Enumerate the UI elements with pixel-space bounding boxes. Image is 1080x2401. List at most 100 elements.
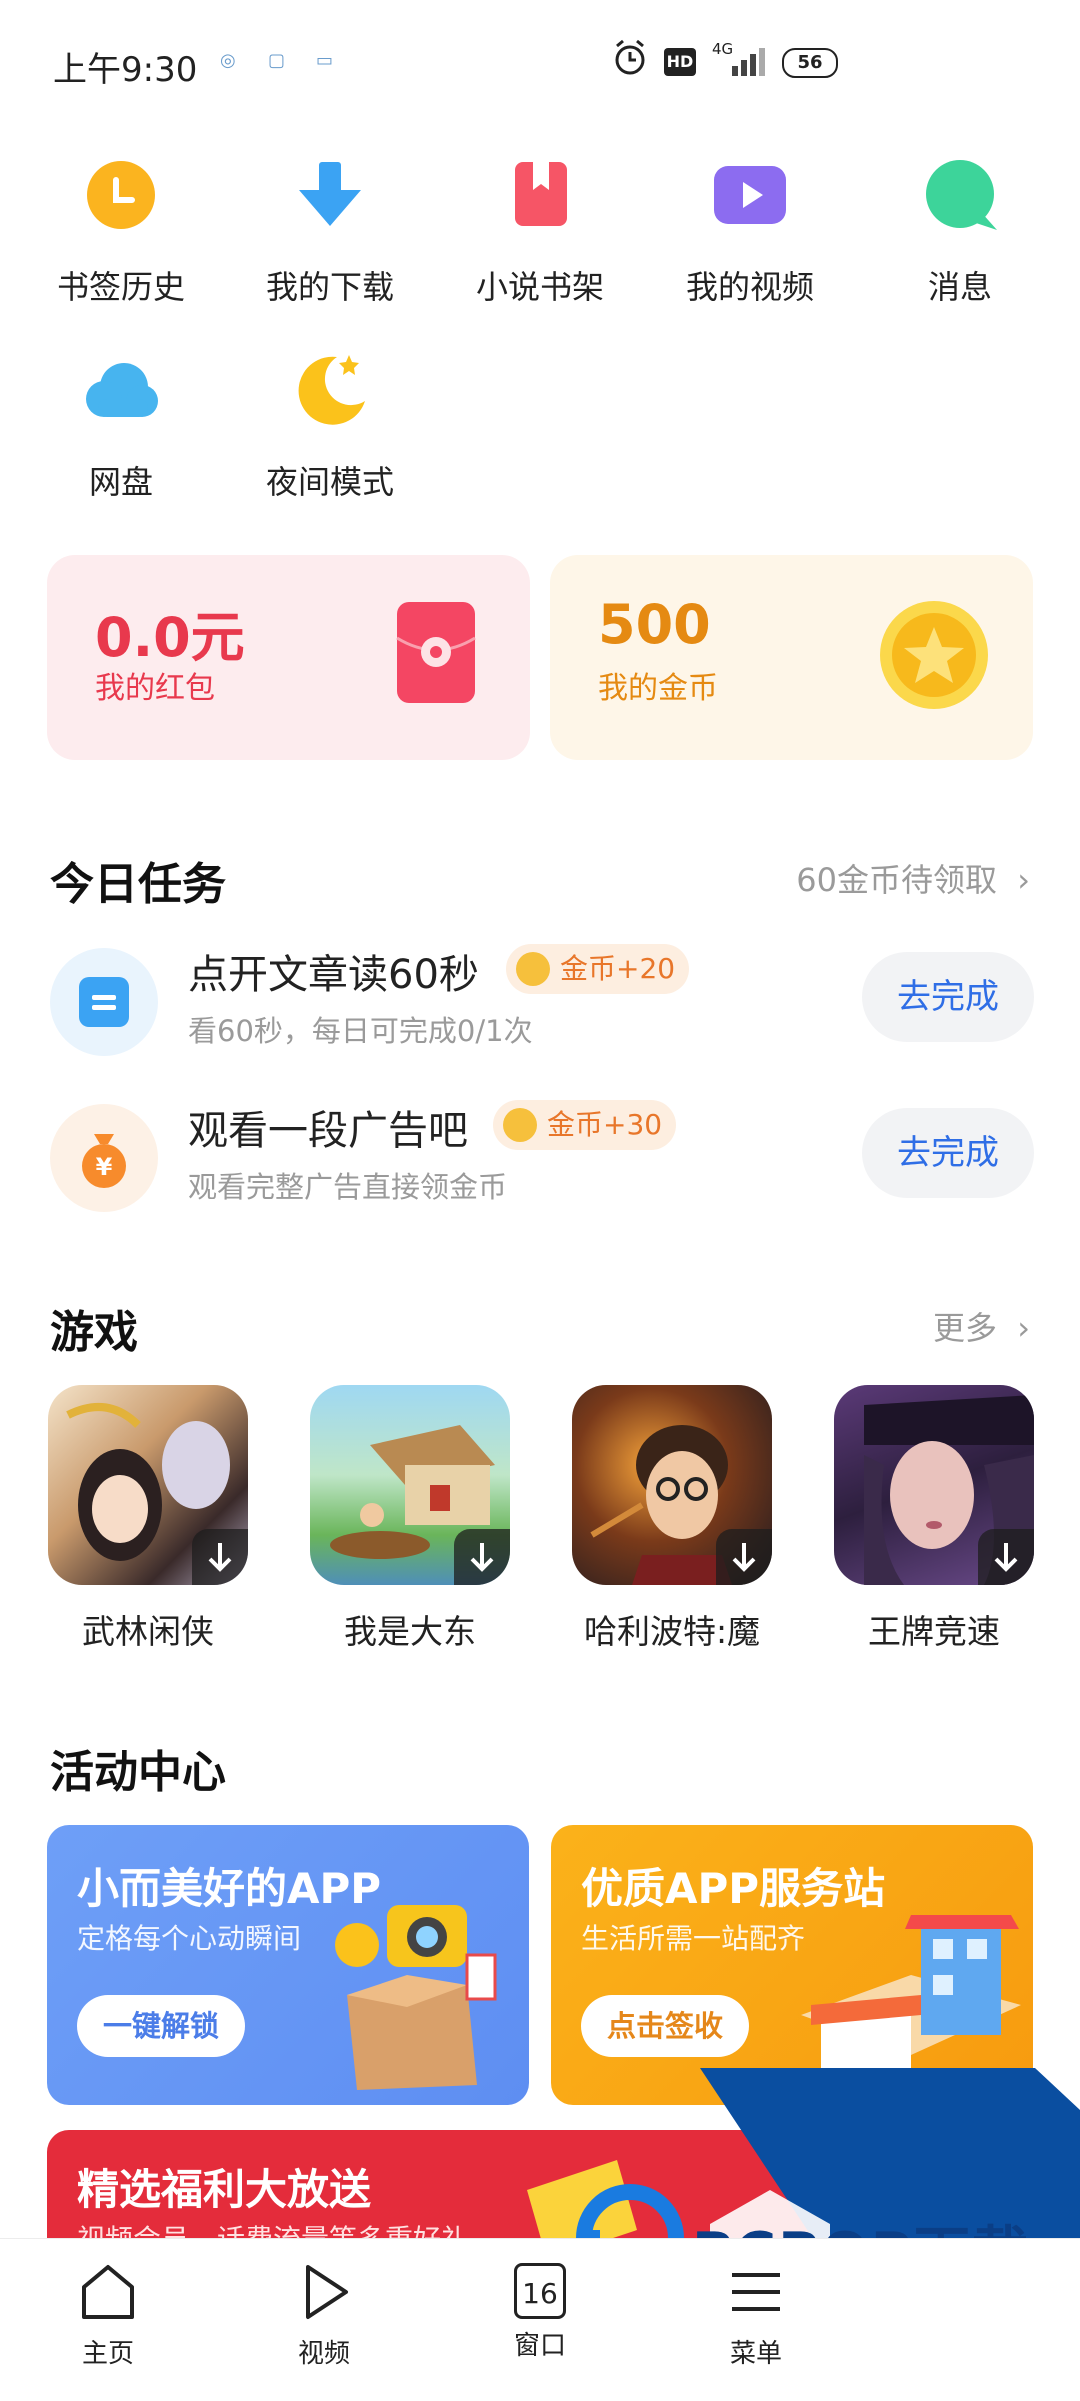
red-packet-value: 0.0元: [95, 606, 245, 669]
game-item[interactable]: 我是大东: [310, 1385, 510, 1653]
play-outline-icon: [306, 2265, 348, 2319]
coin-icon: [516, 952, 550, 986]
notification-icon: ◎: [220, 50, 236, 71]
notification-icon: ▢: [268, 50, 286, 71]
activity-card[interactable]: 优质APP服务站 生活所需一站配齐 点击签收: [551, 1825, 1033, 2105]
download-icon: [978, 1529, 1034, 1585]
article-icon: [50, 948, 158, 1056]
game-name: 哈利波特:魔: [583, 1612, 761, 1651]
game-item[interactable]: 哈利波特:魔: [572, 1385, 772, 1653]
clock-icon: [87, 161, 155, 229]
window-count-icon: 16: [514, 2263, 566, 2319]
unlock-button[interactable]: 一键解锁: [77, 1995, 246, 2057]
quick-action-messages[interactable]: 消息: [875, 150, 1045, 308]
game-item[interactable]: 王牌竞速: [834, 1385, 1034, 1653]
task-title: 观看一段广告吧: [188, 1108, 468, 1154]
quick-action-novel-shelf[interactable]: 小说书架: [455, 150, 625, 308]
quick-action-label: 我的视频: [685, 268, 814, 306]
game-icon: [48, 1385, 248, 1585]
nav-video[interactable]: 视频: [254, 2261, 394, 2370]
play-icon: [714, 166, 786, 224]
game-icon: [572, 1385, 772, 1585]
quick-action-my-videos[interactable]: 我的视频: [665, 150, 835, 308]
quick-action-label: 消息: [927, 268, 992, 306]
nav-windows[interactable]: 16 窗口: [470, 2261, 610, 2362]
game-icon: [834, 1385, 1034, 1585]
svg-text:¥: ¥: [96, 1153, 113, 1181]
reward-text: 金币+20: [560, 952, 676, 985]
activity-card-subtitle: 生活所需一站配齐: [581, 1922, 806, 1955]
download-icon: [192, 1529, 248, 1585]
download-icon: [454, 1529, 510, 1585]
moon-icon: [298, 355, 365, 425]
reward-text: 金币+30: [547, 1108, 663, 1141]
red-packet-card[interactable]: 0.0元 我的红包: [47, 555, 530, 760]
coin-icon: [503, 1108, 537, 1142]
notification-icon: ▭: [316, 50, 334, 71]
quick-action-label: 小说书架: [475, 268, 604, 306]
red-envelope-icon: [396, 602, 476, 703]
download-icon: [716, 1529, 772, 1585]
chat-bubble-icon: [926, 160, 997, 230]
home-icon: [82, 2265, 134, 2319]
game-name: 王牌竞速: [868, 1612, 1000, 1651]
tasks-pending-link[interactable]: 60金币待领取 ›: [796, 855, 1030, 901]
task-title: 点开文章读60秒: [188, 952, 479, 998]
coins-value: 500: [598, 593, 711, 656]
complete-task-button[interactable]: 去完成: [862, 952, 1034, 1042]
game-name: 武林闲侠: [82, 1612, 214, 1651]
activity-section-title: 活动中心: [50, 1747, 226, 1798]
task-item: ¥ 观看一段广告吧 金币+30 观看完整广告直接领金币 去完成: [50, 1098, 1034, 1218]
quick-action-cloud-drive[interactable]: 网盘: [36, 345, 206, 503]
activity-card[interactable]: 小而美好的APP 定格每个心动瞬间 一键解锁: [47, 1825, 529, 2105]
cloud-icon: [86, 363, 158, 417]
games-section-title: 游戏: [50, 1307, 138, 1358]
quick-action-label: 书签历史: [56, 268, 185, 306]
banner-title: 精选福利大放送: [77, 2165, 372, 2214]
red-packet-label: 我的红包: [95, 671, 215, 706]
quick-action-label: 我的下载: [265, 268, 394, 306]
bookmark-icon: [515, 162, 567, 226]
download-arrow-icon: [299, 162, 361, 226]
tasks-section-title: 今日任务: [50, 859, 226, 910]
battery-level: 56: [797, 52, 823, 73]
quick-action-night-mode[interactable]: 夜间模式: [245, 345, 415, 503]
battery-icon: 56: [782, 48, 838, 78]
games-more-link[interactable]: 更多 ›: [933, 1303, 1030, 1349]
game-item[interactable]: 武林闲侠: [48, 1385, 248, 1653]
complete-task-button[interactable]: 去完成: [862, 1108, 1034, 1198]
task-description: 观看完整广告直接领金币: [188, 1170, 508, 1204]
activity-card-subtitle: 定格每个心动瞬间: [77, 1922, 302, 1955]
status-time: 上午9:30: [53, 50, 198, 90]
nav-label: 视频: [297, 2339, 350, 2369]
shop-illustration: [801, 1915, 1021, 2075]
nav-home[interactable]: 主页: [38, 2261, 178, 2370]
game-name: 我是大东: [344, 1612, 476, 1651]
reward-badge: 金币+20: [506, 944, 690, 994]
nav-menu[interactable]: 菜单: [686, 2261, 826, 2370]
bottom-navigation: 主页 视频 16 窗口 菜单: [0, 2238, 1080, 2401]
nav-label: 主页: [81, 2339, 134, 2369]
task-item: 点开文章读60秒 金币+20 看60秒，每日可完成0/1次 去完成: [50, 942, 1034, 1062]
nav-label: 窗口: [513, 2331, 566, 2361]
nav-label: 菜单: [729, 2339, 782, 2369]
gold-coin-icon: [880, 601, 988, 709]
alarm-icon: [615, 39, 645, 75]
reward-badge: 金币+30: [493, 1100, 677, 1150]
task-description: 看60秒，每日可完成0/1次: [188, 1014, 533, 1048]
coins-label: 我的金币: [598, 671, 718, 706]
quick-action-bookmarks-history[interactable]: 书签历史: [36, 150, 206, 308]
game-icon: [310, 1385, 510, 1585]
money-bag-icon: ¥: [50, 1104, 158, 1212]
menu-icon: [732, 2273, 780, 2311]
sign-in-button[interactable]: 点击签收: [581, 1995, 750, 2057]
games-more-text: 更多: [933, 1309, 998, 1347]
window-count: 16: [522, 2277, 558, 2310]
signal-icon: [732, 48, 765, 76]
tasks-pending-text: 60金币待领取: [796, 861, 998, 899]
hd-icon: HD: [664, 48, 696, 76]
quick-action-label: 网盘: [88, 463, 153, 501]
chevron-right-icon: ›: [1017, 1309, 1030, 1347]
coins-card[interactable]: 500 我的金币: [550, 555, 1033, 760]
quick-action-my-downloads[interactable]: 我的下载: [245, 150, 415, 308]
